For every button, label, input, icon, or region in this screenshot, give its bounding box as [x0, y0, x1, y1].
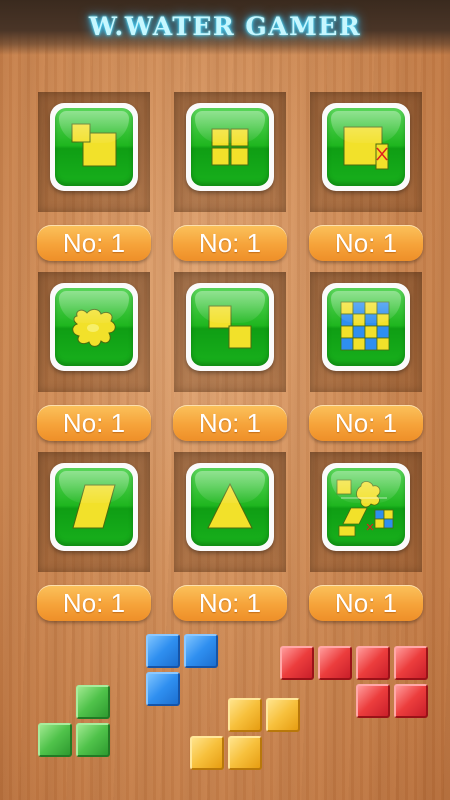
level-tile-8[interactable] — [186, 463, 274, 551]
level-tile-6[interactable] — [322, 283, 410, 371]
parallelogram-icon — [72, 484, 116, 529]
checker-grid-icon — [340, 301, 390, 351]
level-tile-2[interactable] — [186, 103, 274, 191]
level-button-8[interactable]: No: 1 — [173, 585, 287, 621]
level-tile-1[interactable] — [50, 103, 138, 191]
level-button-2[interactable]: No: 1 — [173, 225, 287, 261]
level-slot-6 — [310, 272, 422, 392]
header-bar: W.WATER GAMER — [0, 0, 450, 55]
level-button-4[interactable]: No: 1 — [37, 405, 151, 441]
level-button-9[interactable]: No: 1 — [309, 585, 423, 621]
level-tile-4[interactable] — [50, 283, 138, 371]
level-slot-2 — [174, 92, 286, 212]
level-tile-5[interactable] — [186, 283, 274, 371]
level-button-7[interactable]: No: 1 — [37, 585, 151, 621]
triangle-icon — [207, 482, 253, 529]
level-slot-9 — [310, 452, 422, 572]
level-tile-7[interactable] — [50, 463, 138, 551]
level-slot-1 — [38, 92, 150, 212]
level-slot-3 — [310, 92, 422, 212]
level-tile-3[interactable] — [322, 103, 410, 191]
splat-blob-icon — [72, 308, 116, 347]
level-slot-7 — [38, 452, 150, 572]
diagonal-squares-icon — [208, 305, 252, 349]
level-button-1[interactable]: No: 1 — [37, 225, 151, 261]
square-with-cut-strip-icon — [343, 126, 389, 170]
level-slot-5 — [174, 272, 286, 392]
level-slot-8 — [174, 452, 286, 572]
four-squares-icon — [211, 128, 249, 166]
red-tetromino — [280, 646, 432, 726]
app-title: W.WATER GAMER — [88, 12, 362, 41]
level-button-6[interactable]: No: 1 — [309, 405, 423, 441]
mixed-shapes-icon — [336, 479, 394, 537]
level-tile-9[interactable] — [322, 463, 410, 551]
green-tetromino — [38, 685, 114, 765]
small-square-in-square-icon — [71, 123, 117, 167]
level-button-5[interactable]: No: 1 — [173, 405, 287, 441]
level-slot-4 — [38, 272, 150, 392]
level-button-3[interactable]: No: 1 — [309, 225, 423, 261]
